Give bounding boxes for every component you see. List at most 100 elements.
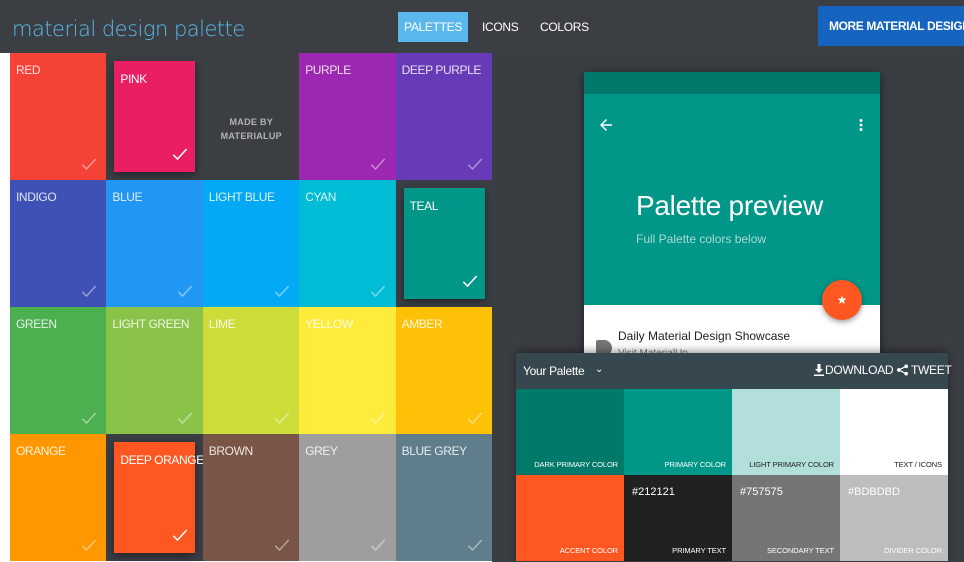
color-tile-lime[interactable]: LIME [202,307,300,434]
more-vert-icon[interactable] [854,116,868,134]
check-icon [175,408,195,428]
share-icon [897,364,908,376]
color-tile-cyan[interactable]: CYAN [299,180,397,307]
swatch-name: LIGHT PRIMARY COLOR [749,460,834,469]
swatch-hex-value: #212121 [632,486,675,498]
star-fab-button[interactable]: ★ [822,280,862,320]
download-icon [814,364,824,376]
app-title[interactable]: material design palette [12,0,245,58]
color-tile-pink[interactable]: PINK [106,53,204,180]
color-tile-label: BROWN [208,444,253,458]
color-tile-label: CYAN [305,190,337,204]
color-tile-teal[interactable]: TEAL [395,180,493,307]
check-icon [368,281,388,301]
download-label: DOWNLOAD [825,363,894,377]
color-tile-label: AMBER [401,317,443,331]
made-by-materialup-tile[interactable]: MADE BY MATERIALUP [202,53,300,180]
tweet-label: TWEET [911,363,952,377]
color-tile-label: RED [16,63,41,77]
arrow-back-icon[interactable] [597,116,615,134]
swatch-name: DIVIDER COLOR [884,546,942,555]
swatch-divider-color[interactable]: #BDBDBD DIVIDER COLOR [840,475,948,561]
check-icon [465,535,485,555]
color-tile-label: ORANGE [16,444,66,458]
color-tile-blue-grey[interactable]: BLUE GREY [395,434,493,561]
color-tile-yellow[interactable]: YELLOW [299,307,397,434]
color-tile-grey[interactable]: GREY [299,434,397,561]
check-icon [170,144,190,164]
swatch-hex-value: #BDBDBD [848,486,900,498]
swatch-name: PRIMARY COLOR [664,460,726,469]
star-icon: ★ [836,293,848,307]
list-item-title[interactable]: Daily Material Design Showcase [618,329,790,343]
color-tile-label: DEEP PURPLE [401,63,482,77]
chevron-down-icon[interactable]: ⌄ [595,364,603,375]
swatch-dark-primary-color[interactable]: DARK PRIMARY COLOR [516,389,624,475]
your-palette-header: Your Palette ⌄ DOWNLOAD TWEET [516,353,952,389]
color-tile-label: BLUE GREY [401,444,467,458]
swatch-hex-value: #757575 [740,486,783,498]
your-palette-panel: Your Palette ⌄ DOWNLOAD TWEET DARK PRIMA… [516,353,952,562]
download-button[interactable]: DOWNLOAD [814,363,894,377]
top-app-bar: material design palette PALETTES ICONS C… [0,0,964,53]
check-icon [465,408,485,428]
check-icon [465,154,485,174]
swatch-name: SECONDARY TEXT [767,546,834,555]
color-tile-amber[interactable]: AMBER [395,307,493,434]
check-icon [175,281,195,301]
color-tile-light-green[interactable]: LIGHT GREEN [106,307,204,434]
color-tile-orange[interactable]: ORANGE [10,434,107,561]
swatch-text-icons[interactable]: TEXT / ICONS [840,389,948,475]
swatch-name: ACCENT COLOR [559,546,618,555]
swatch-light-primary-color[interactable]: LIGHT PRIMARY COLOR [732,389,840,475]
color-tile-label: TEAL [409,199,439,213]
check-icon [79,535,99,555]
swatch-accent-color[interactable]: ACCENT COLOR [516,475,624,561]
preview-header: Palette preview Full Palette colors belo… [584,94,880,305]
swatch-primary-color[interactable]: PRIMARY COLOR [624,389,732,475]
preview-status-bar [584,72,880,94]
color-tile-label: DEEP ORANGE [120,453,204,467]
check-icon [368,154,388,174]
swatch-primary-text[interactable]: #212121 PRIMARY TEXT [624,475,732,561]
tab-palettes[interactable]: PALETTES [398,12,469,42]
check-icon [272,281,292,301]
color-tile-blue[interactable]: BLUE [106,180,204,307]
color-tile-brown[interactable]: BROWN [202,434,300,561]
color-palette-grid: RED PINK MADE BY MATERIALUP PURPLE DEEP PURP… [10,53,493,561]
color-tile-red[interactable]: RED [10,53,107,180]
color-tile-label: PURPLE [305,63,351,77]
color-tile-indigo[interactable]: INDIGO [10,180,107,307]
color-tile-label: PINK [120,72,147,86]
color-tile-label: LIGHT BLUE [208,190,275,204]
color-tile-deep-orange[interactable]: DEEP ORANGE [106,434,204,561]
tab-colors[interactable]: COLORS [534,12,595,42]
palette-preview-card: Palette preview Full Palette colors belo… [584,72,880,362]
check-icon [272,535,292,555]
your-palette-title[interactable]: Your Palette [523,364,585,378]
color-tile-label: GREY [305,444,338,458]
color-tile-label: BLUE [112,190,143,204]
color-tile-deep-purple[interactable]: DEEP PURPLE [395,53,493,180]
color-tile-label: LIME [208,317,236,331]
check-icon [368,408,388,428]
check-icon [368,535,388,555]
color-tile-label: GREEN [16,317,57,331]
color-tile-purple[interactable]: PURPLE [299,53,397,180]
color-tile-label: YELLOW [305,317,353,331]
preview-subtitle: Full Palette colors below [636,232,767,246]
made-by-label: MADE BY MATERIALUP [220,117,282,141]
color-tile-label: LIGHT GREEN [112,317,190,331]
tweet-button[interactable]: TWEET [897,363,952,377]
check-icon [170,525,190,545]
swatch-secondary-text[interactable]: #757575 SECONDARY TEXT [732,475,840,561]
color-tile-green[interactable]: GREEN [10,307,107,434]
check-icon [272,408,292,428]
tab-icons[interactable]: ICONS [476,12,525,42]
swatch-name: TEXT / ICONS [894,460,942,469]
check-icon [79,154,99,174]
more-material-design-button[interactable]: MORE MATERIAL DESIGN › [818,6,964,46]
color-tile-light-blue[interactable]: LIGHT BLUE [202,180,300,307]
color-tile-label: INDIGO [16,190,57,204]
check-icon [460,271,480,291]
